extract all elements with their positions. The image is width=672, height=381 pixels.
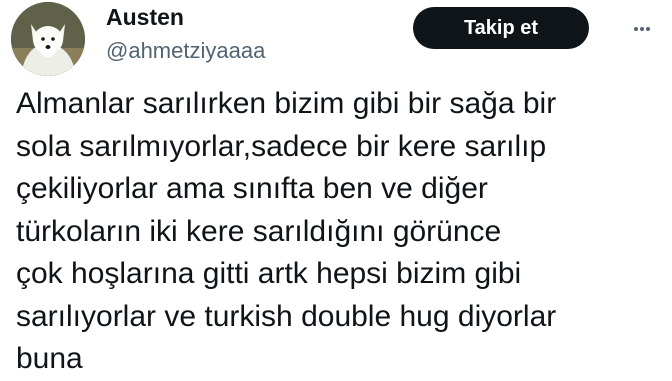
tweet-line: çekiliyorlar ama sınıfta ben ve diğer <box>16 172 488 205</box>
author-name[interactable]: Austen <box>106 3 184 31</box>
follow-button[interactable]: Takip et <box>413 7 589 49</box>
tweet-line: türkoların iki kere sarıldığını görünce <box>16 214 502 248</box>
more-options-icon[interactable] <box>628 15 656 43</box>
tweet-line: çok hoşlarına gitti artk hepsi bizim gib… <box>16 257 522 290</box>
tweet-line: Almanlar sarılırken bizim gibi bir sağa … <box>16 87 557 120</box>
author-avatar[interactable] <box>11 2 85 76</box>
author-handle[interactable]: @ahmetziyaaaa <box>106 37 265 65</box>
tweet-text: Almanlar sarılırken bizim gibi bir sağa … <box>16 83 664 381</box>
white-dog-avatar-icon <box>11 2 85 76</box>
tweet-line: sola sarılmıyorlar,sadece bir kere sarıl… <box>16 129 547 163</box>
tweet-header: Austen @ahmetziyaaaa Takip et <box>0 0 672 80</box>
tweet-line: sarılıyorlar ve turkish double hug diyor… <box>16 299 557 333</box>
tweet-line: buna <box>16 342 83 375</box>
